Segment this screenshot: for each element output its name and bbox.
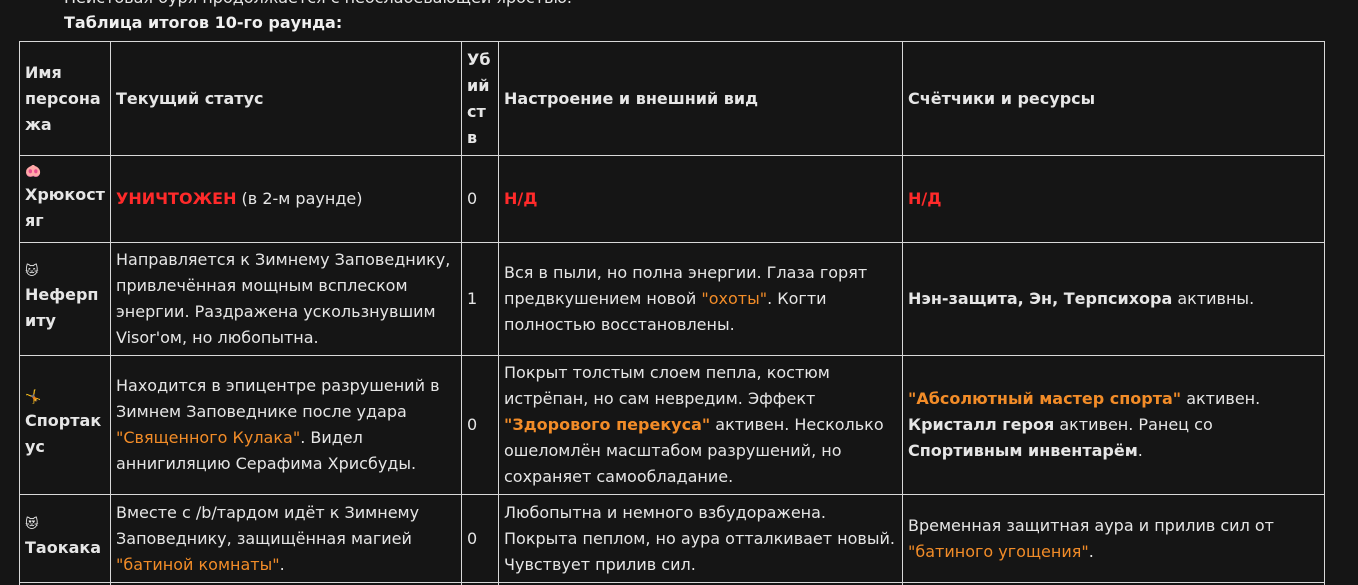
pig-nose-icon: 🐽	[25, 164, 42, 179]
cartwheel-icon: 🤸	[25, 390, 42, 405]
mood-highlight: "Здорового перекуса"	[504, 415, 711, 434]
counters-cell: Н/Д	[902, 155, 1325, 243]
status-cell: Вместе с /b/тардом идёт к Зимнему Запове…	[110, 494, 462, 583]
header-counters: Счётчики и ресурсы	[902, 41, 1325, 156]
header-kills: Убийств	[461, 41, 499, 156]
counters-text: активен.	[1181, 389, 1261, 408]
character-name: Неферпиту	[25, 285, 99, 330]
kills-cell: 1	[461, 242, 499, 356]
character-name-cell: 😻 Таокака	[19, 494, 111, 583]
kills-cell: 0	[461, 155, 499, 243]
counters-cell: "Абсолютный мастер спорта" активен. Крис…	[902, 355, 1325, 495]
round-results-table: Имя персонажа Текущий статус Убийств Нас…	[19, 41, 1325, 585]
mood-highlight: "охоты"	[701, 289, 768, 308]
heart-eyes-cat-icon: 😻	[25, 516, 39, 532]
table-row: 😻 Таокака Вместе с /b/тардом идёт к Зимн…	[19, 494, 1325, 583]
character-name: Таокака	[25, 537, 102, 557]
counters-cell: Нэн-защита, Эн, Терпсихора активны.	[902, 242, 1325, 356]
counters-text-2: активен. Ранец со	[1054, 415, 1213, 434]
mood-cell: Покрыт толстым слоем пепла, костюм истрё…	[498, 355, 903, 495]
status-highlight: "Священного Кулака"	[116, 428, 301, 447]
counters-na: Н/Д	[908, 189, 942, 208]
counters-highlight: "Абсолютный мастер спорта"	[908, 389, 1182, 408]
character-name-cell: 🐽 Хрюкостяг	[19, 155, 111, 243]
counters-text: активны.	[1172, 289, 1255, 308]
table-title: Таблица итогов 10-го раунда:	[64, 13, 343, 32]
header-status: Текущий статус	[110, 41, 462, 156]
header-name: Имя персонажа	[19, 41, 111, 156]
cat-face-icon: 🐱	[25, 264, 39, 279]
mood-cell: Любопытна и немного взбудоражена. Покрыт…	[498, 494, 903, 583]
kills-cell: 0	[461, 494, 499, 583]
counters-bold: Нэн-защита, Эн, Терпсихора	[908, 289, 1173, 308]
destroyed-status: УНИЧТОЖЕН	[116, 189, 237, 208]
status-cell: УНИЧТОЖЕН (в 2-м раунде)	[110, 155, 462, 243]
character-name-cell: 🤸 Спортакус	[19, 355, 111, 495]
mood-cell: Вся в пыли, но полна энергии. Глаза горя…	[498, 242, 903, 356]
mood-text: Покрыт толстым слоем пепла, костюм истрё…	[504, 363, 830, 408]
counters-cell: Временная защитная аура и прилив сил от …	[902, 494, 1325, 583]
status-text-end: .	[279, 554, 285, 574]
status-cell: Находится в эпицентре разрушений в Зимне…	[110, 355, 462, 495]
kills-cell: 0	[461, 355, 499, 495]
counters-text-end: .	[1088, 541, 1094, 561]
status-text: Находится в эпицентре разрушений в Зимне…	[116, 376, 440, 421]
status-text: (в 2-м раунде)	[236, 189, 363, 208]
page: Неистовая буря продолжается с неослабева…	[0, 0, 1358, 585]
status-text: Вместе с /b/тардом идёт к Зимнему Запове…	[116, 502, 420, 548]
status-highlight: "батиной комнаты"	[116, 554, 280, 574]
table-row: 🐱 Неферпиту Направляется к Зимнему Запов…	[19, 242, 1325, 356]
table-row: 🐽 Хрюкостяг УНИЧТОЖЕН (в 2-м раунде) 0 Н…	[19, 155, 1325, 243]
counters-highlight: "батиного угощения"	[908, 541, 1089, 561]
counters-bold-crystal: Кристалл героя	[908, 415, 1055, 434]
counters-bold-inventory: Спортивным инвентарём	[908, 441, 1138, 460]
character-name: Спортакус	[25, 411, 102, 456]
table-header-row: Имя персонажа Текущий статус Убийств Нас…	[19, 41, 1325, 156]
counters-text: Временная защитная аура и прилив сил от	[908, 515, 1274, 535]
status-cell: Направляется к Зимнему Заповеднику, прив…	[110, 242, 462, 356]
counters-text-end: .	[1137, 441, 1143, 460]
header-mood: Настроение и внешний вид	[498, 41, 903, 156]
mood-na: Н/Д	[504, 189, 538, 208]
table-row: 🤸 Спортакус Находится в эпицентре разруш…	[19, 355, 1325, 495]
character-name-cell: 🐱 Неферпиту	[19, 242, 111, 356]
intro-partial-line: Неистовая буря продолжается с неослабева…	[64, 0, 572, 8]
mood-cell: Н/Д	[498, 155, 903, 243]
character-name: Хрюкостяг	[25, 185, 105, 230]
